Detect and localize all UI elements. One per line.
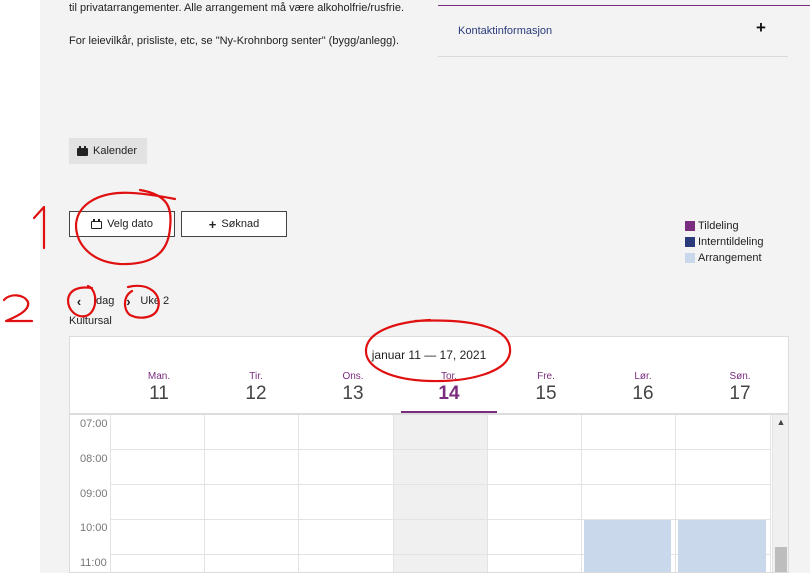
time-grid[interactable]: 07:00 08:00 09:00 10:00 11:00 ▲: [70, 415, 788, 572]
day-number: 13: [342, 383, 364, 404]
intro-text-line2: For leievilkår, prisliste, etc, se "Ny-K…: [69, 35, 400, 47]
day-header-sun[interactable]: Søn. 17: [692, 367, 788, 413]
legend-swatch-tildeling: [685, 221, 695, 231]
day-number: 12: [245, 383, 267, 404]
legend-item: Arrangement: [685, 250, 763, 266]
chevron-left-icon[interactable]: ‹: [69, 292, 89, 310]
pick-date-label: Velg dato: [107, 218, 153, 230]
column-divider: [581, 415, 582, 572]
legend-label: Tildeling: [698, 220, 739, 232]
column-divider: [487, 415, 488, 572]
calendar-tab-label: Kalender: [93, 145, 138, 157]
pick-date-button[interactable]: Velg dato: [69, 211, 175, 237]
today-column: [393, 415, 488, 572]
week-navigation: ‹ Idag › Uke 2: [69, 292, 169, 310]
top-rule: [438, 5, 810, 6]
week-calendar: januar 11 — 17, 2021 Man. 11 Tir. 12 Ons…: [69, 336, 789, 573]
column-divider: [298, 415, 299, 572]
column-divider: [110, 415, 111, 572]
legend: Tildeling Interntildeling Arrangement: [685, 218, 763, 266]
day-header-wed[interactable]: Ons. 13: [305, 367, 401, 413]
day-name: Tir.: [249, 371, 263, 382]
column-divider: [204, 415, 205, 572]
day-header-mon[interactable]: Man. 11: [111, 367, 207, 413]
time-label: 11:00: [80, 557, 107, 569]
legend-label: Interntildeling: [698, 236, 764, 248]
day-name: Ons.: [342, 371, 364, 382]
hour-line: [110, 519, 770, 520]
room-name: Kultursal: [69, 315, 112, 327]
day-number: 16: [632, 383, 654, 404]
day-number: 17: [729, 383, 751, 404]
event-block-sunday[interactable]: [678, 520, 766, 572]
column-divider: [675, 415, 676, 572]
plus-icon[interactable]: +: [756, 18, 766, 38]
calendar-icon: [91, 219, 103, 229]
legend-swatch-arrangement: [685, 253, 695, 263]
day-name: Lør.: [634, 371, 652, 382]
contact-info-label[interactable]: Kontaktinformasjon: [458, 25, 552, 37]
day-header-thu-today[interactable]: Tor. 14: [401, 367, 497, 413]
application-button[interactable]: + Søknad: [181, 211, 287, 237]
day-number: 11: [149, 383, 169, 404]
legend-item: Tildeling: [685, 218, 763, 234]
calendar-tab[interactable]: Kalender: [69, 138, 147, 164]
contact-info-accordion[interactable]: Kontaktinformasjon +: [438, 14, 788, 57]
day-name: Fre.: [537, 371, 555, 382]
scroll-up-icon[interactable]: ▲: [773, 417, 788, 427]
scrollbar-thumb[interactable]: [775, 547, 787, 572]
day-header-tue[interactable]: Tir. 12: [208, 367, 304, 413]
time-label: 09:00: [80, 488, 108, 500]
scrollbar[interactable]: ▲: [772, 415, 788, 572]
plus-icon: +: [208, 216, 217, 232]
legend-label: Arrangement: [698, 252, 762, 264]
calendar-icon: [77, 146, 88, 156]
legend-item: Interntildeling: [685, 234, 763, 250]
day-header-fri[interactable]: Fre. 15: [498, 367, 594, 413]
day-name: Søn.: [729, 371, 751, 382]
hour-line: [110, 484, 770, 485]
day-name: Tor.: [440, 371, 458, 382]
intro-text-line1: til privatarrangementer. Alle arrangemen…: [69, 2, 405, 14]
time-label: 08:00: [80, 453, 108, 465]
date-range: januar 11 — 17, 2021: [371, 348, 487, 362]
day-number: 15: [535, 383, 557, 404]
day-header-sat[interactable]: Lør. 16: [595, 367, 691, 413]
column-divider: [393, 415, 394, 572]
day-number: 14: [438, 383, 460, 404]
application-label: Søknad: [221, 218, 260, 230]
column-divider: [770, 415, 771, 572]
day-name: Man.: [147, 371, 171, 382]
event-block-saturday[interactable]: [584, 520, 671, 572]
chevron-right-icon[interactable]: ›: [118, 292, 138, 310]
hour-line: [110, 449, 770, 450]
time-label: 07:00: [80, 418, 108, 430]
week-number: Uke 2: [140, 295, 170, 307]
left-margin: [0, 0, 40, 573]
legend-swatch-interntildeling: [685, 237, 695, 247]
time-label: 10:00: [80, 522, 108, 534]
today-button[interactable]: Idag: [93, 295, 114, 307]
hour-line: [110, 554, 770, 555]
